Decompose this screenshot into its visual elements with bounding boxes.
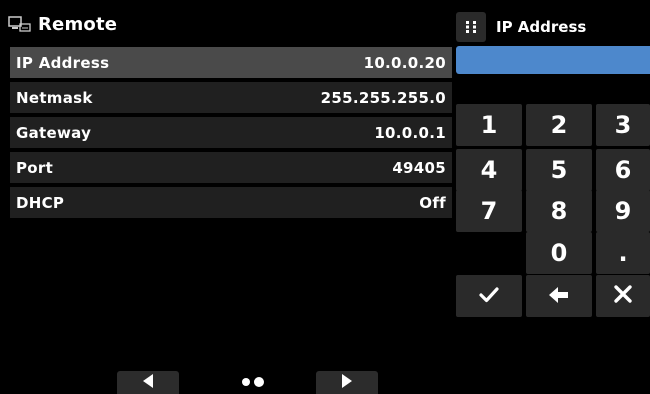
key-decimal-point[interactable]: .	[596, 232, 650, 274]
remote-network-icon	[8, 16, 32, 32]
page-dots-indicator	[236, 373, 270, 391]
setting-label: DHCP	[16, 193, 65, 212]
key-6[interactable]: 6	[596, 149, 650, 191]
page-dot	[254, 377, 264, 387]
key-0[interactable]: 0	[526, 232, 592, 274]
key-8[interactable]: 8	[526, 190, 592, 232]
key-2[interactable]: 2	[526, 104, 592, 146]
cancel-button[interactable]	[596, 275, 650, 317]
setting-row-netmask[interactable]: Netmask 255.255.255.0	[10, 82, 452, 113]
setting-row-ip-address[interactable]: IP Address 10.0.0.20	[10, 47, 452, 78]
keypad-title: IP Address	[496, 17, 587, 36]
backspace-button[interactable]	[526, 275, 592, 317]
setting-label: Netmask	[16, 88, 93, 107]
key-7[interactable]: 7	[456, 190, 522, 232]
previous-page-button[interactable]	[117, 371, 179, 394]
key-3[interactable]: 3	[596, 104, 650, 146]
setting-value: 49405	[392, 158, 446, 177]
confirm-button[interactable]	[456, 275, 522, 317]
setting-value: Off	[419, 193, 446, 212]
setting-label: Port	[16, 158, 54, 177]
drag-grip-icon[interactable]	[456, 11, 486, 42]
setting-value: 255.255.255.0	[320, 88, 446, 107]
page-dot	[242, 378, 250, 386]
left-arrow-icon	[141, 373, 155, 393]
checkmark-icon	[478, 282, 500, 310]
setting-value: 10.0.0.1	[374, 123, 446, 142]
page-title: Remote	[38, 13, 118, 35]
backspace-arrow-icon	[548, 282, 570, 310]
setting-row-dhcp[interactable]: DHCP Off	[10, 187, 452, 218]
keypad-header: IP Address	[456, 10, 646, 43]
next-page-button[interactable]	[316, 371, 378, 394]
setting-row-port[interactable]: Port 49405	[10, 152, 452, 183]
setting-label: Gateway	[16, 123, 92, 142]
page-header: Remote	[8, 6, 453, 42]
setting-row-gateway[interactable]: Gateway 10.0.0.1	[10, 117, 452, 148]
key-9[interactable]: 9	[596, 190, 650, 232]
keypad-entry-display[interactable]	[456, 46, 650, 74]
close-icon	[613, 282, 633, 310]
setting-label: IP Address	[16, 53, 110, 72]
setting-value: 10.0.0.20	[363, 53, 446, 72]
key-4[interactable]: 4	[456, 149, 522, 191]
key-1[interactable]: 1	[456, 104, 522, 146]
key-5[interactable]: 5	[526, 149, 592, 191]
right-arrow-icon	[340, 373, 354, 393]
